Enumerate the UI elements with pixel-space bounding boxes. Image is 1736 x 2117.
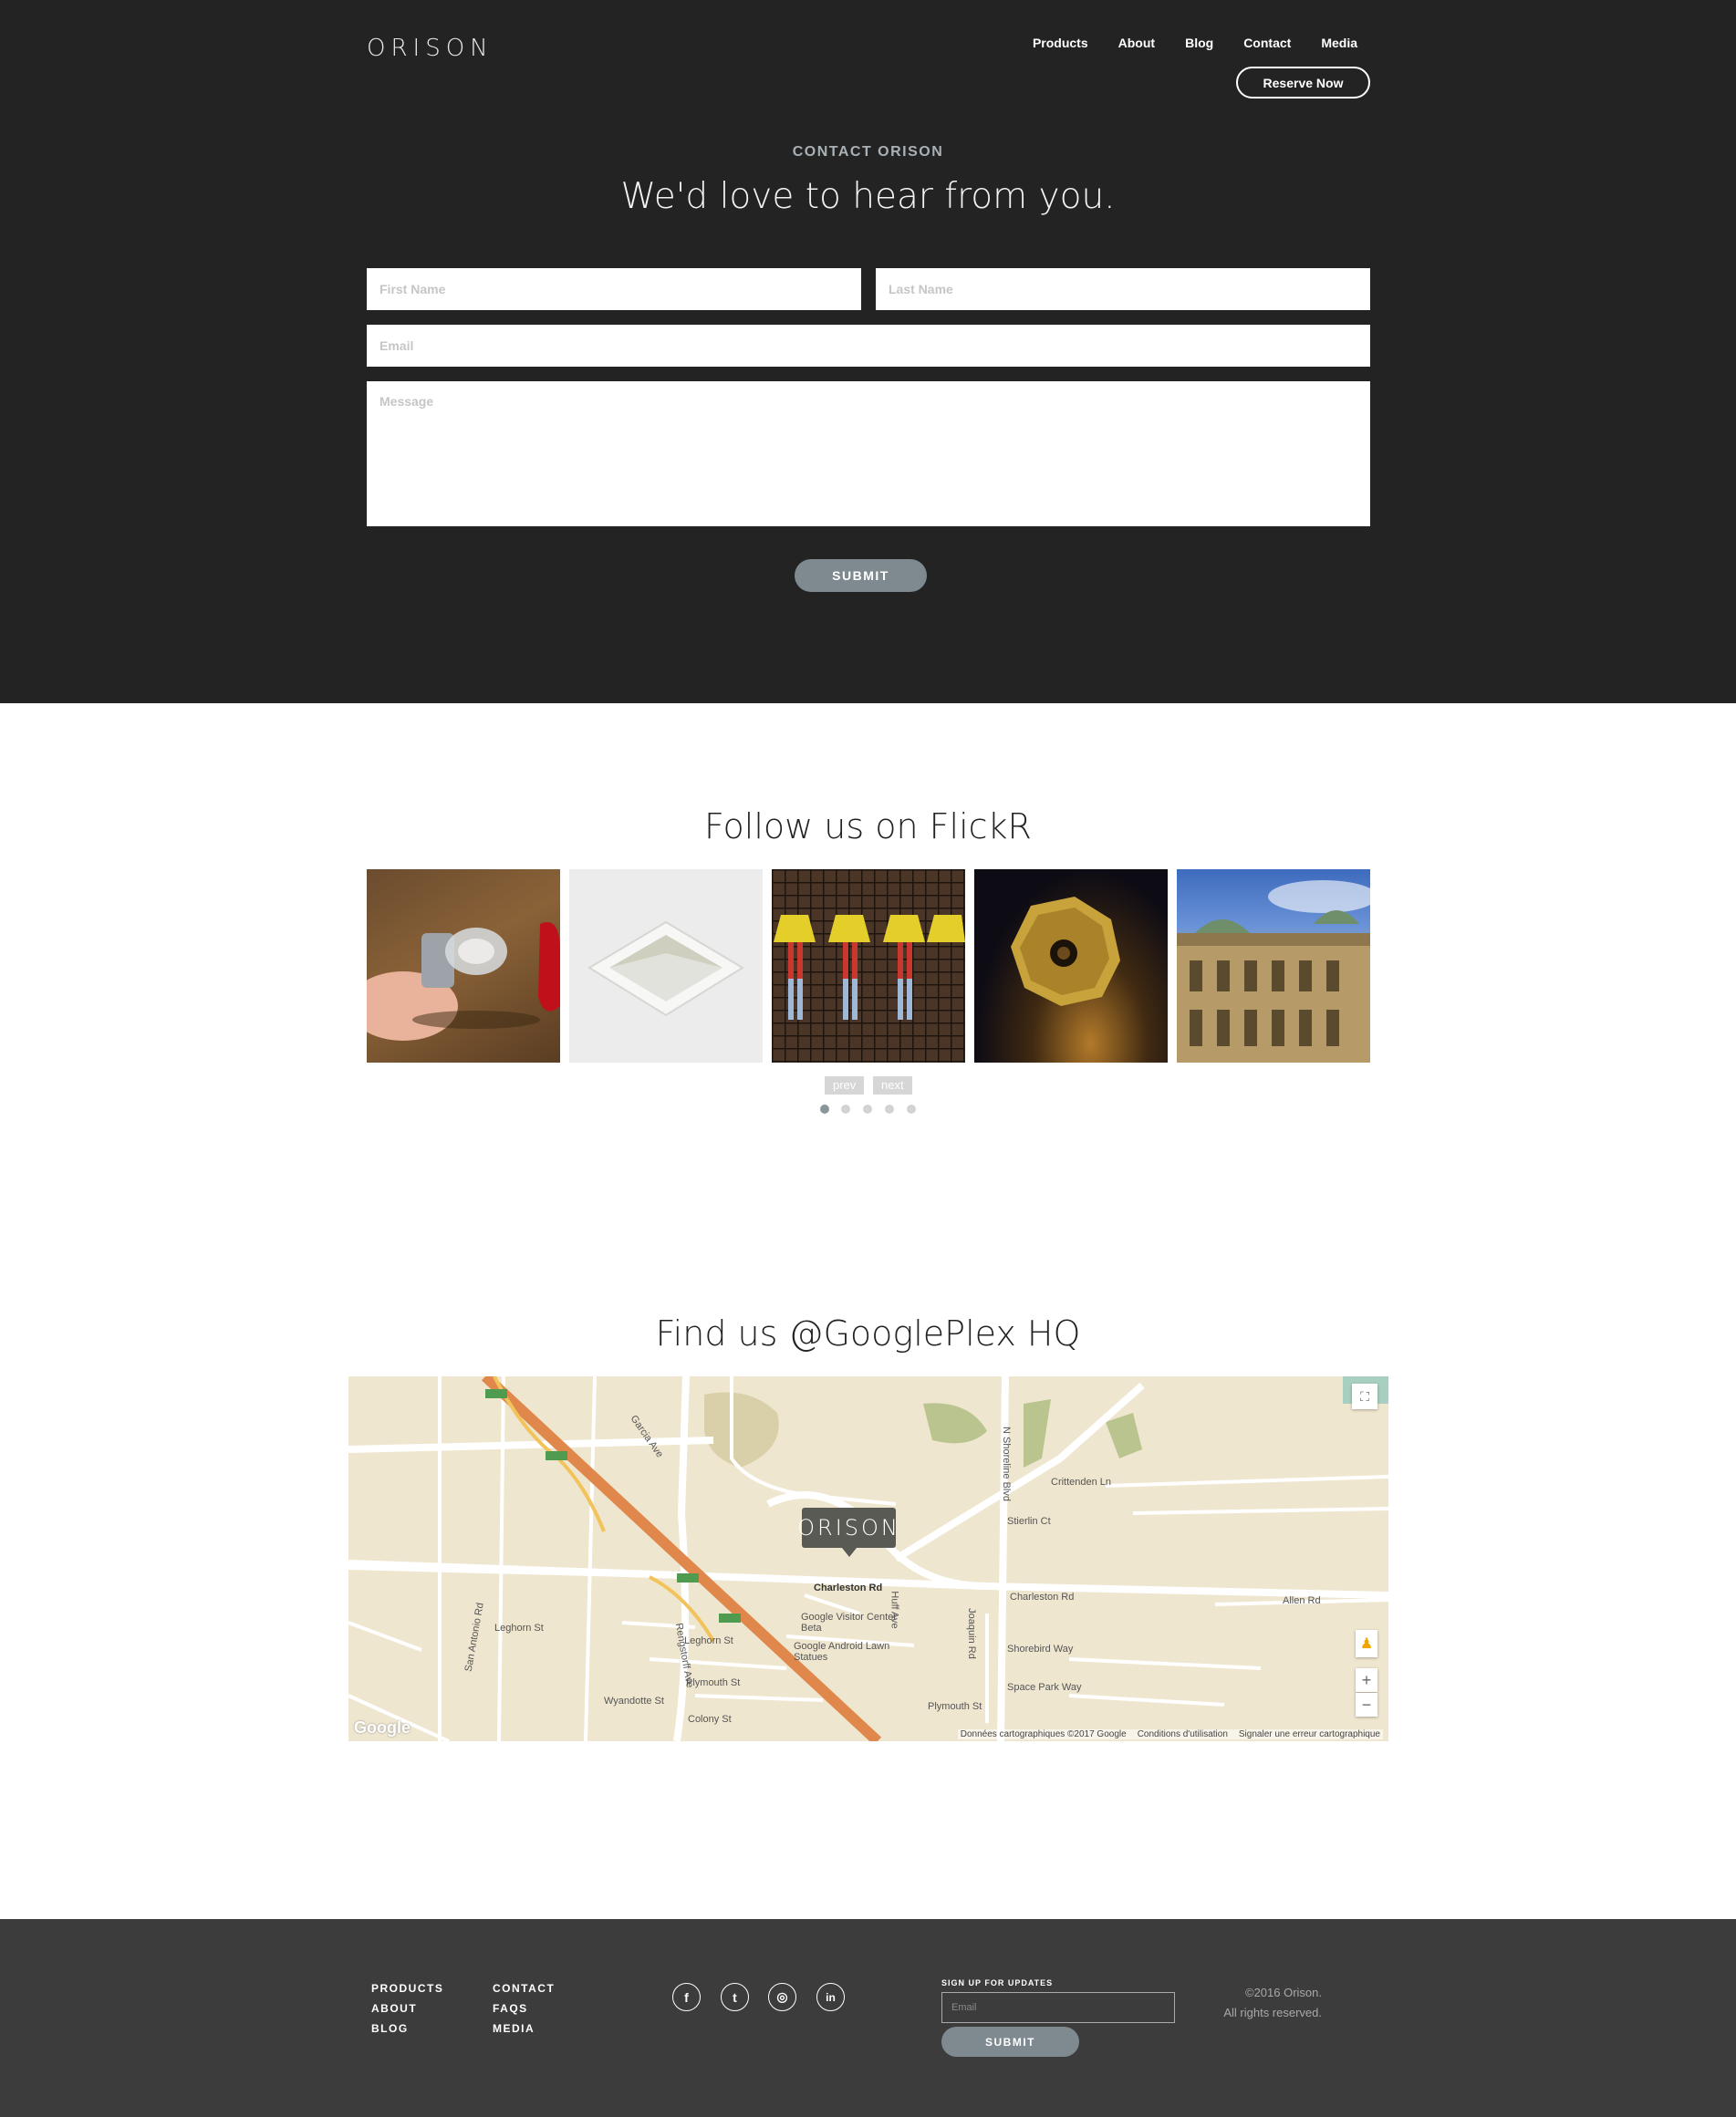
map-label-allen-rd: Allen Rd: [1283, 1595, 1321, 1606]
carousel-next-button[interactable]: next: [873, 1076, 912, 1095]
opera-building-photo-image: [1177, 880, 1370, 1063]
nav-products[interactable]: Products: [1033, 36, 1088, 50]
nav-blog[interactable]: Blog: [1185, 36, 1213, 50]
carousel-prev-button[interactable]: prev: [825, 1076, 865, 1095]
map-label-charleston-rd-east: Charleston Rd: [1010, 1592, 1075, 1603]
map-label-plymouth-st-east: Plymouth St: [928, 1701, 982, 1712]
map-label-space-park-way: Space Park Way: [1007, 1682, 1082, 1693]
map-label-crittenden-ln: Crittenden Ln: [1051, 1477, 1112, 1488]
map-terms-link[interactable]: Conditions d'utilisation: [1138, 1729, 1228, 1739]
flickr-title: Follow us on FlickR: [704, 806, 1032, 846]
fullscreen-icon[interactable]: ⛶: [1352, 1384, 1377, 1409]
map-label-charleston-rd: Charleston Rd: [814, 1583, 883, 1593]
contact-eyebrow: CONTACT ORISON: [792, 144, 944, 160]
gold-knob-photo-image: [1011, 897, 1120, 1006]
nav-contact[interactable]: Contact: [1243, 36, 1291, 50]
map-label-leghorn-st: Leghorn St: [684, 1635, 733, 1646]
carousel-dot-3[interactable]: [863, 1105, 872, 1114]
copyright-line-1: ©2016 Orison.: [1244, 1986, 1322, 1999]
map-label-n-shoreline-blvd: N Shoreline Blvd: [1000, 1427, 1012, 1501]
signup-email-field[interactable]: [941, 1992, 1175, 2023]
map-label-shorebird-way: Shorebird Way: [1007, 1644, 1074, 1655]
contact-title: We'd love to hear from you.: [620, 176, 1116, 217]
map-label-visitor-center: Google Visitor Center Beta: [801, 1612, 897, 1634]
map-label-colony-st: Colony St: [688, 1714, 732, 1725]
orison-logo[interactable]: ORISON: [367, 35, 494, 62]
orison-map-marker[interactable]: ORISON: [797, 1508, 898, 1557]
map-label-android-statues: Google Android Lawn Statues: [794, 1641, 890, 1663]
zoom-in-button[interactable]: +: [1356, 1668, 1377, 1692]
bulb-photo-image: [367, 922, 560, 1041]
first-name-field[interactable]: [367, 268, 861, 310]
main-nav: Products About Blog Contact Media: [1003, 36, 1357, 50]
footer-link-faqs[interactable]: FAQS: [493, 2002, 528, 2015]
recessed-light-photo-image: [587, 920, 744, 1017]
googleplex-map[interactable]: Charleston Rd Charleston Rd Google Visit…: [348, 1376, 1388, 1741]
flickr-photo-recessed-light[interactable]: [569, 869, 763, 1063]
twitter-icon[interactable]: t: [721, 1983, 749, 2011]
flickr-photo-opera-building[interactable]: [1177, 869, 1370, 1063]
last-name-field[interactable]: [876, 268, 1370, 310]
zoom-out-button[interactable]: −: [1356, 1693, 1377, 1717]
carousel-dot-5[interactable]: [907, 1105, 916, 1114]
contact-submit-button[interactable]: SUBMIT: [795, 559, 927, 592]
contact-hero: ORISON Products About Blog Contact Media…: [0, 0, 1736, 703]
carousel-dot-2[interactable]: [841, 1105, 850, 1114]
footer-link-contact[interactable]: CONTACT: [493, 1982, 555, 1995]
nav-media[interactable]: Media: [1321, 36, 1357, 50]
copyright-line-2: All rights reserved.: [1223, 2006, 1322, 2019]
carousel-dot-4[interactable]: [885, 1105, 894, 1114]
map-label-stierlin-ct: Stierlin Ct: [1007, 1516, 1051, 1527]
footer-link-products[interactable]: PRODUCTS: [371, 1982, 443, 1995]
footer-link-about[interactable]: ABOUT: [371, 2002, 417, 2015]
map-report-error-link[interactable]: Signaler une erreur cartographique: [1239, 1729, 1380, 1739]
flickr-photo-lamp-legs[interactable]: [772, 869, 965, 1063]
signup-label: SIGN UP FOR UPDATES: [941, 1978, 1054, 1987]
email-field[interactable]: [367, 325, 1370, 367]
signup-submit-button[interactable]: SUBMIT: [941, 2027, 1079, 2057]
facebook-icon[interactable]: f: [672, 1983, 701, 2011]
map-credits: Données cartographiques ©2017 Google Con…: [957, 1729, 1383, 1739]
nav-about[interactable]: About: [1118, 36, 1155, 50]
instagram-icon[interactable]: ◎: [768, 1983, 796, 2011]
footer-link-media[interactable]: MEDIA: [493, 2022, 535, 2035]
flickr-photo-bulb[interactable]: [367, 869, 560, 1063]
map-data-credit: Données cartographiques ©2017 Google: [960, 1729, 1127, 1739]
copyright: ©2016 Orison. All rights reserved.: [1182, 1983, 1322, 2023]
carousel-dot-1[interactable]: [820, 1105, 829, 1114]
google-logo: Google: [354, 1718, 411, 1737]
map-title: Find us @GooglePlex HQ: [655, 1313, 1081, 1354]
flickr-photo-gold-knob[interactable]: [974, 869, 1168, 1063]
map-label-wyandotte-st: Wyandotte St: [604, 1696, 664, 1707]
map-label-joaquin-rd: Joaquin Rd: [965, 1608, 977, 1659]
linkedin-icon[interactable]: in: [816, 1983, 845, 2011]
reserve-now-button[interactable]: Reserve Now: [1236, 67, 1370, 99]
map-label-leghorn-st-west: Leghorn St: [494, 1623, 544, 1634]
map-roads: [348, 1376, 1388, 1741]
site-footer: PRODUCTS ABOUT BLOG CONTACT FAQS MEDIA f…: [0, 1919, 1736, 2117]
message-field[interactable]: [367, 381, 1370, 526]
street-view-pegman-icon[interactable]: ♟: [1356, 1630, 1377, 1657]
footer-link-blog[interactable]: BLOG: [371, 2022, 409, 2035]
map-label-huff-ave: Huff Ave: [889, 1591, 900, 1629]
lamp-legs-photo-image: [772, 869, 965, 1063]
